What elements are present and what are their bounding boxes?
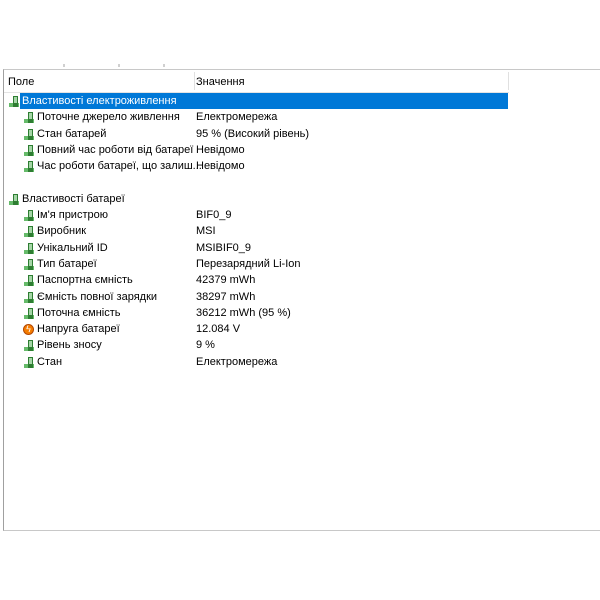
field-label: Повний час роботи від батареї — [37, 143, 194, 156]
group-title: Властивості батареї — [22, 192, 125, 205]
field-value: MSI — [196, 225, 216, 238]
column-header-value[interactable]: Значення — [196, 70, 508, 92]
battery-icon — [24, 356, 34, 368]
column-separator[interactable] — [508, 72, 509, 90]
field-value: Невідомо — [196, 160, 245, 173]
properties-list[interactable]: Поле Значення Властивості електроживленн… — [3, 69, 600, 531]
field-label: Рівень зносу — [37, 339, 102, 352]
field-value: Невідомо — [196, 143, 245, 156]
field-label: Ім'я пристрою — [37, 209, 108, 222]
battery-icon — [9, 193, 19, 205]
field-label: Тип батареї — [37, 257, 97, 270]
group-row-battery-properties[interactable]: Властивості батареї — [4, 191, 509, 207]
list-item[interactable]: Рівень зносу 9 % — [4, 337, 509, 353]
list-item[interactable]: Поточне джерело живлення Електромережа — [4, 109, 509, 125]
battery-icon — [9, 96, 19, 107]
list-item[interactable]: Паспортна ємність 42379 mWh — [4, 272, 509, 288]
field-value: MSIBIF0_9 — [196, 241, 252, 254]
battery-icon — [24, 112, 34, 124]
field-value: Перезарядний Li-Ion — [196, 257, 301, 270]
list-item[interactable]: Виробник MSI — [4, 223, 509, 239]
field-label: Стан — [37, 355, 63, 368]
list-item[interactable]: ϟ Напруга батареї 12.084 V — [4, 321, 509, 337]
spacer-row — [4, 174, 509, 190]
list-item[interactable]: Стан Електромережа — [4, 354, 509, 370]
field-label: Час роботи батареї, що залиш... — [37, 160, 202, 173]
battery-icon — [24, 340, 34, 352]
field-label: Поточне джерело живлення — [37, 111, 180, 124]
battery-icon — [24, 258, 34, 270]
field-value: 9 % — [196, 339, 215, 352]
battery-icon — [24, 144, 34, 156]
list-rows: Властивості електроживлення Поточне джер… — [4, 93, 509, 370]
group-row-power-properties[interactable]: Властивості електроживлення — [4, 93, 509, 109]
battery-icon — [24, 275, 34, 287]
field-value: 36212 mWh (95 %) — [196, 306, 291, 319]
list-header: Поле Значення — [4, 70, 509, 93]
field-label: Ємність повної зарядки — [37, 290, 158, 303]
field-value: BIF0_9 — [196, 209, 232, 222]
field-value: Електромережа — [196, 111, 278, 124]
column-separator[interactable] — [194, 72, 195, 90]
battery-icon — [24, 128, 34, 140]
field-label: Напруга батареї — [37, 323, 120, 336]
list-item[interactable]: Ім'я пристрою BIF0_9 — [4, 207, 509, 223]
battery-icon — [24, 291, 34, 303]
field-value: Електромережа — [196, 355, 278, 368]
battery-icon — [24, 307, 34, 319]
list-item[interactable]: Стан батарей 95 % (Високий рівень) — [4, 126, 509, 142]
field-value: 12.084 V — [196, 323, 241, 336]
field-value: 38297 mWh — [196, 290, 256, 303]
list-item[interactable]: Ємність повної зарядки 38297 mWh — [4, 289, 509, 305]
list-item[interactable]: Унікальний ID MSIBIF0_9 — [4, 240, 509, 256]
field-label: Поточна ємність — [37, 306, 121, 319]
field-label: Стан батарей — [37, 127, 107, 140]
field-label: Виробник — [37, 225, 87, 238]
group-title: Властивості електроживлення — [22, 95, 177, 107]
battery-icon — [24, 161, 34, 173]
list-item[interactable]: Час роботи батареї, що залиш... Невідомо — [4, 158, 509, 174]
battery-icon — [24, 226, 34, 238]
battery-icon — [24, 242, 34, 254]
list-item[interactable]: Повний час роботи від батареї Невідомо — [4, 142, 509, 158]
column-header-field[interactable]: Поле — [8, 70, 193, 92]
battery-icon — [24, 210, 34, 222]
list-item[interactable]: Тип батареї Перезарядний Li-Ion — [4, 256, 509, 272]
field-value: 95 % (Високий рівень) — [196, 127, 310, 140]
field-label: Унікальний ID — [37, 241, 108, 254]
voltage-icon: ϟ — [23, 324, 34, 336]
field-label: Паспортна ємність — [37, 274, 133, 287]
field-value: 42379 mWh — [196, 274, 256, 287]
list-item[interactable]: Поточна ємність 36212 mWh (95 %) — [4, 305, 509, 321]
